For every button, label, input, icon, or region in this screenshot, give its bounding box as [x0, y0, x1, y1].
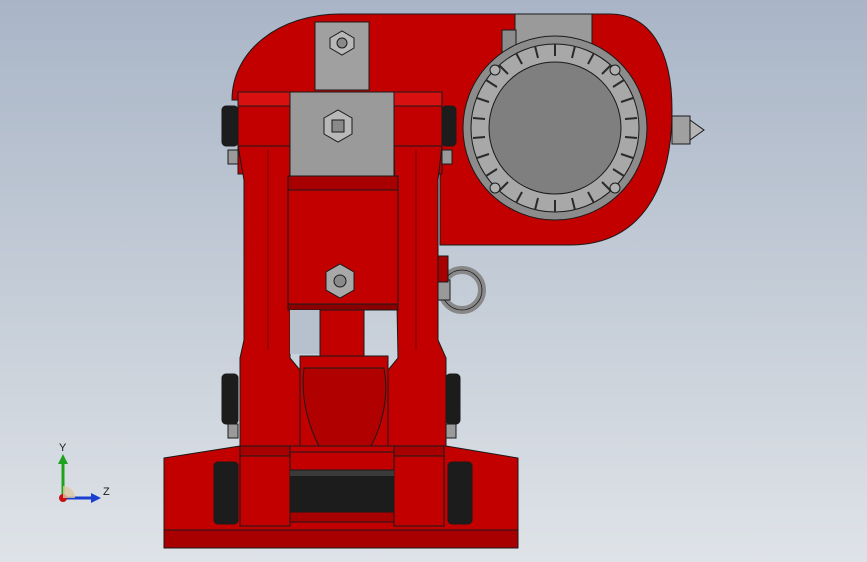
cad-viewport[interactable]: Y Z: [0, 0, 867, 562]
robot-arm-model[interactable]: [0, 0, 867, 562]
side-screw: [671, 115, 691, 145]
left-cap-upper: [221, 105, 239, 147]
z-axis-label: Z: [103, 486, 110, 498]
inner-block: [319, 309, 365, 363]
base-left-column: [239, 445, 291, 527]
left-cap-lower: [221, 373, 239, 425]
y-axis-label: Y: [59, 442, 67, 454]
base-roller: [289, 469, 395, 513]
right-cap-lower: [445, 373, 461, 425]
motor-face: [488, 61, 622, 195]
base-right-column: [393, 445, 445, 527]
right-cap-upper: [441, 105, 457, 147]
orientation-triad: Y Z: [48, 440, 128, 510]
